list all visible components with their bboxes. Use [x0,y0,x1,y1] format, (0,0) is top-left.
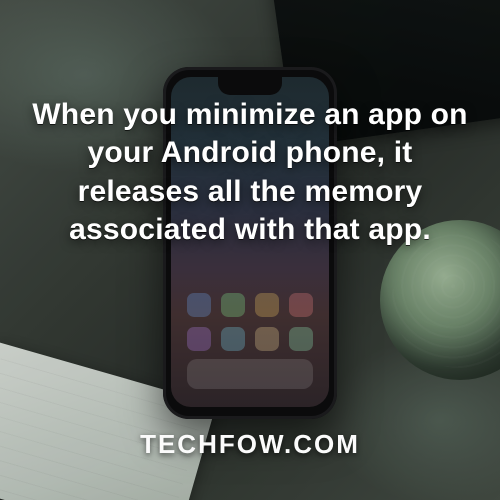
image-card: When you minimize an app on your Android… [0,0,500,500]
headline-text: When you minimize an app on your Android… [28,96,472,250]
phone-notch [218,77,282,95]
watermark-text: TECHFOW.COM [0,429,500,460]
phone-dock [187,359,313,389]
app-grid [187,293,313,351]
